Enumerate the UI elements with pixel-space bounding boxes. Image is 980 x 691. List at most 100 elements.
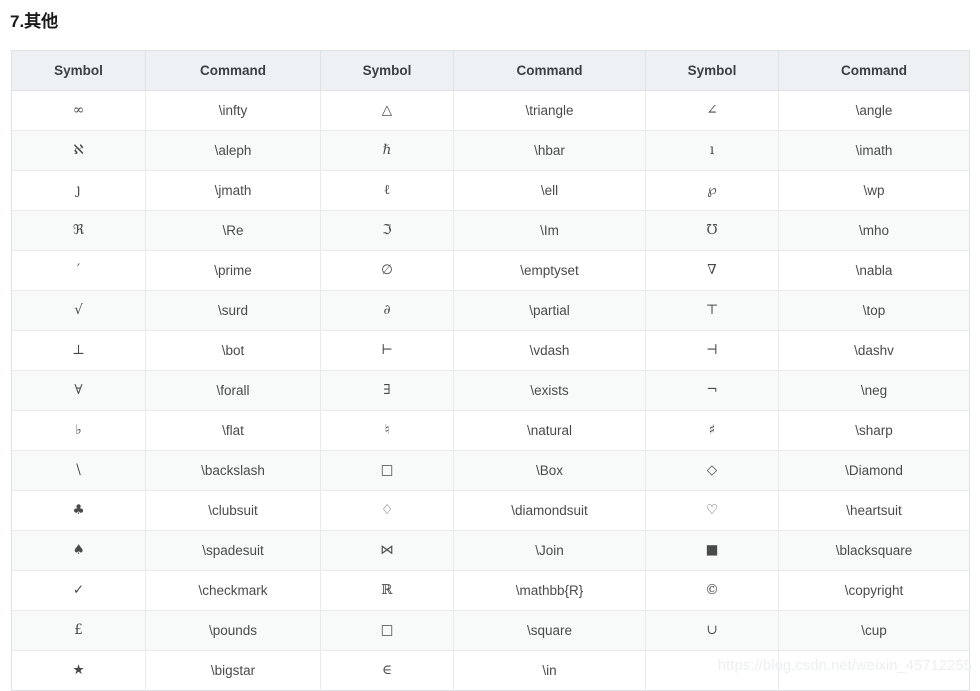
symbol-cell: ⊣ <box>645 330 779 371</box>
command-cell: \top <box>778 290 970 331</box>
command-cell: \clubsuit <box>145 490 321 531</box>
symbol-cell: ♮ <box>320 410 454 451</box>
table-row: ℜ \Re ℑ \Im ℧ \mho <box>11 210 970 251</box>
symbol-cell: ℏ <box>320 130 454 171</box>
symbol-cell: □ <box>320 610 454 651</box>
symbol-cell: ∈ <box>320 650 454 691</box>
column-header-command-3: Command <box>778 50 970 91</box>
command-cell: \imath <box>778 130 970 171</box>
command-cell: \infty <box>145 90 321 131</box>
command-cell: \partial <box>453 290 646 331</box>
table-row: √ \surd ∂ \partial ⊤ \top <box>11 290 970 331</box>
command-cell: \bot <box>145 330 321 371</box>
command-cell: \surd <box>145 290 321 331</box>
command-cell: \exists <box>453 370 646 411</box>
command-cell: \sharp <box>778 410 970 451</box>
symbol-cell: ⊢ <box>320 330 454 371</box>
table-row: ♠ \spadesuit ⋈ \Join ■ \blacksquare <box>11 530 970 571</box>
symbol-cell: △ <box>320 90 454 131</box>
command-cell: \aleph <box>145 130 321 171</box>
command-cell: \prime <box>145 250 321 291</box>
table-row: £ \pounds □ \square ∪ \cup <box>11 610 970 651</box>
command-cell: \backslash <box>145 450 321 491</box>
column-header-command-2: Command <box>453 50 646 91</box>
command-cell: \neg <box>778 370 970 411</box>
table-row: ⊥ \bot ⊢ \vdash ⊣ \dashv <box>11 330 970 371</box>
symbol-cell: ∀ <box>11 370 146 411</box>
symbol-cell: ⋈ <box>320 530 454 571</box>
symbol-cell: \ <box>11 450 146 491</box>
page-title: 7.其他 <box>10 12 59 31</box>
symbol-cell: ı <box>645 130 779 171</box>
command-cell: \flat <box>145 410 321 451</box>
symbol-cell: ℘ <box>645 170 779 211</box>
command-cell: \mho <box>778 210 970 251</box>
symbol-cell: ♯ <box>645 410 779 451</box>
symbol-cell: ℵ <box>11 130 146 171</box>
column-header-symbol-3: Symbol <box>645 50 779 91</box>
symbol-cell: ∞ <box>11 90 146 131</box>
symbol-cell: ✓ <box>11 570 146 611</box>
command-cell: \vdash <box>453 330 646 371</box>
symbol-cell: ȷ <box>11 170 146 211</box>
table-row: ′ \prime ∅ \emptyset ∇ \nabla <box>11 250 970 291</box>
column-header-symbol-1: Symbol <box>11 50 146 91</box>
symbol-cell: ♢ <box>320 490 454 531</box>
command-cell <box>779 651 970 691</box>
symbol-cell: ★ <box>11 650 146 691</box>
table-row: ♭ \flat ♮ \natural ♯ \sharp <box>11 410 970 451</box>
table-row: ∀ \forall ∃ \exists ¬ \neg <box>11 370 970 411</box>
command-cell: \copyright <box>778 570 970 611</box>
command-cell: \triangle <box>453 90 646 131</box>
symbol-cell: ℓ <box>320 170 454 211</box>
command-cell: \dashv <box>778 330 970 371</box>
table-row: ♣ \clubsuit ♢ \diamondsuit ♡ \heartsuit <box>11 490 970 531</box>
symbol-cell: © <box>645 570 779 611</box>
command-cell: \nabla <box>778 250 970 291</box>
column-header-symbol-2: Symbol <box>320 50 454 91</box>
table-row: \ \backslash □ \Box ◇ \Diamond <box>11 450 970 491</box>
symbol-cell: ♭ <box>11 410 146 451</box>
command-cell: \natural <box>453 410 646 451</box>
command-cell: \diamondsuit <box>453 490 646 531</box>
table-header: Symbol Command Symbol Command Symbol Com… <box>11 50 970 91</box>
table-row: ȷ \jmath ℓ \ell ℘ \wp <box>11 170 970 211</box>
command-cell: \spadesuit <box>145 530 321 571</box>
latex-symbol-table: Symbol Command Symbol Command Symbol Com… <box>11 50 970 691</box>
symbol-cell: ′ <box>11 250 146 291</box>
command-cell: \checkmark <box>145 570 321 611</box>
symbol-cell: √ <box>11 290 146 331</box>
command-cell: \Box <box>453 450 646 491</box>
table-row: ★ \bigstar ∈ \in <box>11 650 970 691</box>
symbol-cell: ∃ <box>320 370 454 411</box>
command-cell: \Diamond <box>778 450 970 491</box>
symbol-cell: ∪ <box>645 610 779 651</box>
command-cell: \wp <box>778 170 970 211</box>
command-cell: \heartsuit <box>778 490 970 531</box>
command-cell: \Join <box>453 530 646 571</box>
symbol-cell: ℜ <box>11 210 146 251</box>
symbol-cell: □ <box>320 450 454 491</box>
command-cell: \square <box>453 610 646 651</box>
column-header-command-1: Command <box>145 50 321 91</box>
command-cell: \jmath <box>145 170 321 211</box>
command-cell: \in <box>453 650 646 691</box>
symbol-cell: ■ <box>645 530 779 571</box>
symbol-cell: ⊥ <box>11 330 146 371</box>
symbol-cell: ♣ <box>11 490 146 531</box>
command-cell: \emptyset <box>453 250 646 291</box>
command-cell: \hbar <box>453 130 646 171</box>
command-cell: \mathbb{R} <box>453 570 646 611</box>
symbol-cell: ℑ <box>320 210 454 251</box>
symbol-cell: £ <box>11 610 146 651</box>
command-cell: \angle <box>778 90 970 131</box>
command-cell: \Re <box>145 210 321 251</box>
symbol-cell: ∇ <box>645 250 779 291</box>
symbol-table-container: Symbol Command Symbol Command Symbol Com… <box>11 50 970 691</box>
command-cell: \blacksquare <box>778 530 970 571</box>
symbol-cell: ∠ <box>645 90 779 131</box>
symbol-cell: ⊤ <box>645 290 779 331</box>
symbol-cell: ¬ <box>645 370 779 411</box>
symbol-cell: ∂ <box>320 290 454 331</box>
command-cell: \cup <box>778 610 970 651</box>
